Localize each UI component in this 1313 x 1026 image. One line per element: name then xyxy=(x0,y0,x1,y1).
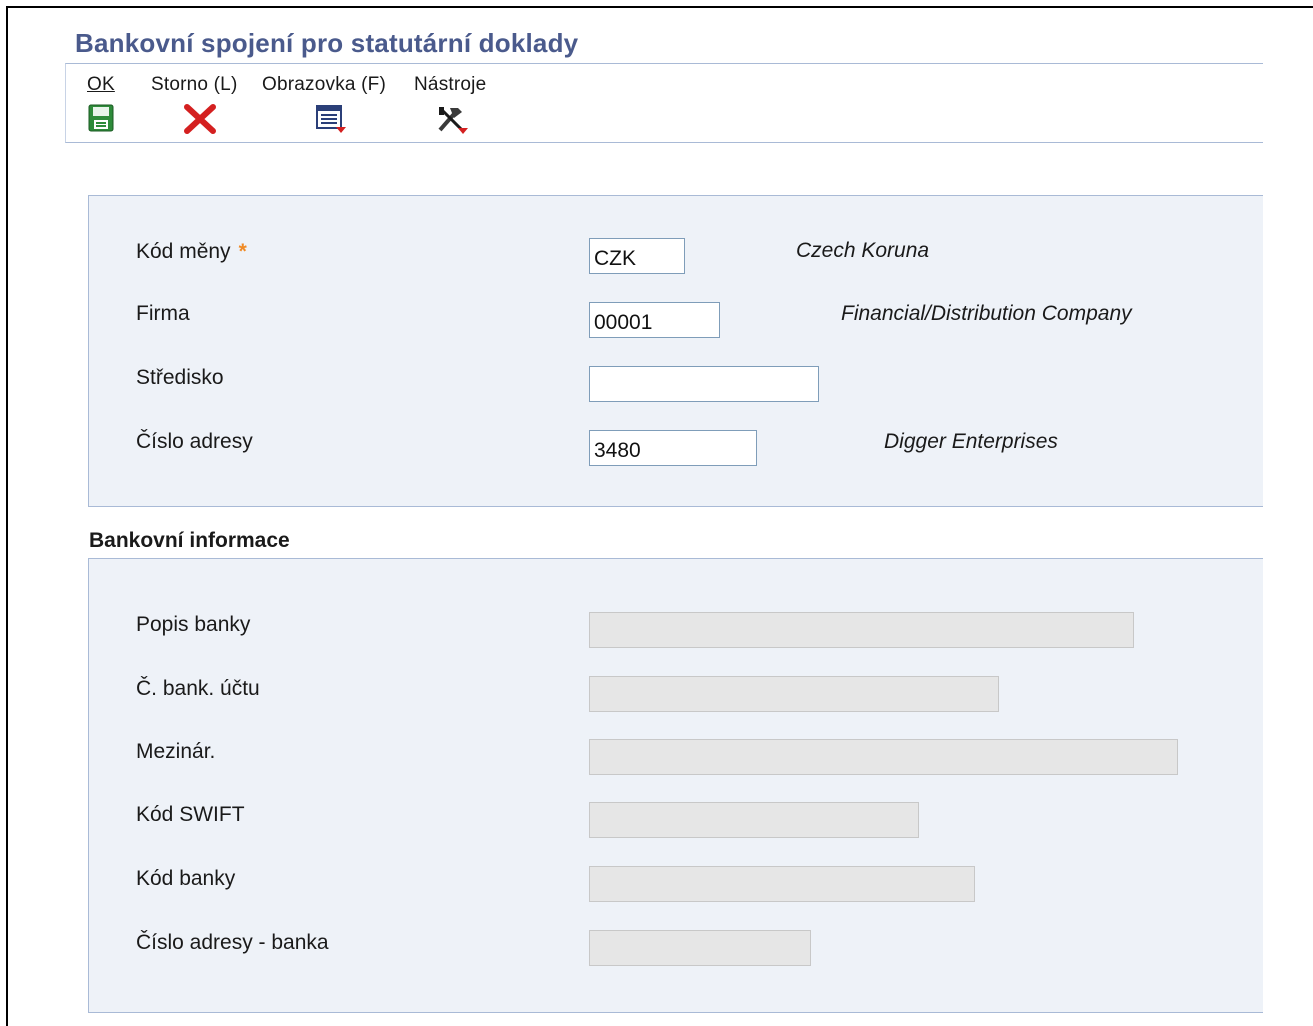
bank-address-number-label: Číslo adresy - banka xyxy=(136,931,329,954)
bank-account-label: Č. bank. účtu xyxy=(136,677,260,700)
required-indicator: * xyxy=(238,240,247,263)
currency-code-label-text: Kód měny xyxy=(136,240,231,263)
bank-code-label: Kód banky xyxy=(136,867,236,890)
address-number-input[interactable] xyxy=(589,430,757,466)
swift-code-field[interactable] xyxy=(589,802,919,838)
business-unit-input[interactable] xyxy=(589,366,819,402)
bank-description-label: Popis banky xyxy=(136,613,251,636)
form-menu-icon xyxy=(316,104,348,139)
ok-label: OK xyxy=(87,74,115,95)
company-description: Financial/Distribution Company xyxy=(841,302,1132,325)
international-label: Mezinár. xyxy=(136,740,216,763)
form-menu-button[interactable]: Obrazovka (F) xyxy=(262,74,387,133)
tools-menu-label: Nástroje xyxy=(414,74,487,95)
bank-description-field[interactable] xyxy=(589,612,1134,648)
bank-address-number-field[interactable] xyxy=(589,930,811,966)
business-unit-label: Středisko xyxy=(136,366,224,389)
address-number-label: Číslo adresy xyxy=(136,430,253,453)
bank-account-field[interactable] xyxy=(589,676,999,712)
address-description: Digger Enterprises xyxy=(884,430,1058,453)
cancel-label: Storno (L) xyxy=(151,74,238,95)
international-field[interactable] xyxy=(589,739,1178,775)
company-label: Firma xyxy=(136,302,190,325)
page-title: Bankovní spojení pro statutární doklady xyxy=(75,28,579,58)
bank-info-section-title: Bankovní informace xyxy=(89,529,290,552)
currency-code-input[interactable] xyxy=(589,238,685,274)
cancel-button[interactable]: Storno (L) xyxy=(151,74,238,134)
currency-code-label: Kód měny * xyxy=(136,240,247,264)
bank-code-field[interactable] xyxy=(589,866,975,902)
tools-menu-icon xyxy=(436,104,470,139)
tools-menu-button[interactable]: Nástroje xyxy=(414,74,487,134)
save-icon xyxy=(88,104,114,137)
swift-code-label: Kód SWIFT xyxy=(136,803,245,826)
close-x-icon xyxy=(183,104,217,139)
ok-button[interactable]: OK xyxy=(87,74,115,132)
toolbar: OK Storno (L) Obrazovka (F) Nástroje xyxy=(65,63,1263,143)
company-input[interactable] xyxy=(589,302,720,338)
form-menu-label: Obrazovka (F) xyxy=(262,74,387,95)
currency-description: Czech Koruna xyxy=(796,239,930,262)
